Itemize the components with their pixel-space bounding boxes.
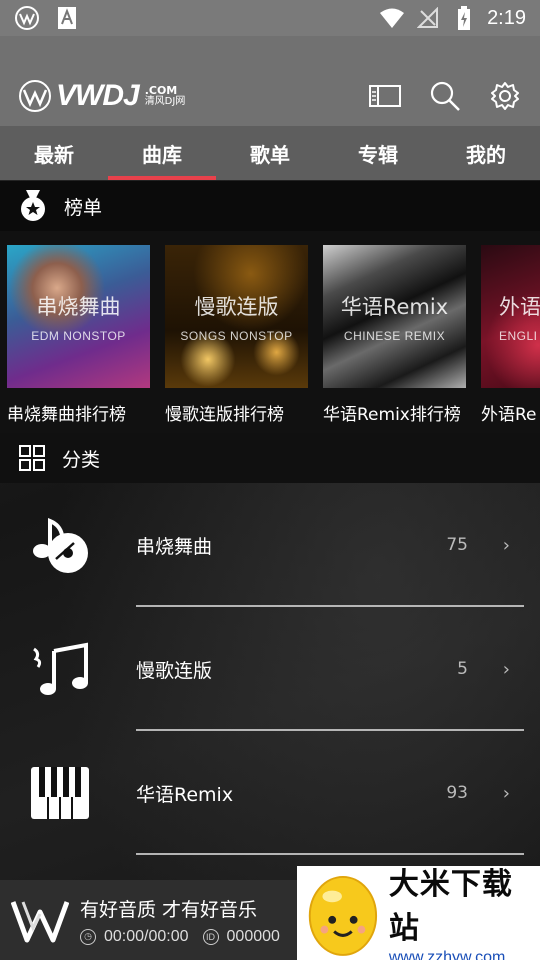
tab-playlists[interactable]: 歌单	[216, 126, 324, 180]
cover-subtitle: EDM NONSTOP	[31, 328, 126, 343]
tab-library[interactable]: 曲库	[108, 126, 216, 180]
tab-label: 歌单	[250, 142, 290, 167]
category-row-slow[interactable]: 慢歌连版 5 ›	[0, 607, 540, 731]
cover-subtitle: CHINESE REMIX	[343, 328, 446, 343]
chart-cover: 串烧舞曲 EDM NONSTOP	[7, 245, 150, 388]
cover-title: 串烧舞曲	[36, 294, 121, 319]
chart-card-edm[interactable]: 串烧舞曲 EDM NONSTOP 串烧舞曲排行榜	[7, 245, 150, 425]
chart-cover: 华语Remix CHINESE REMIX	[323, 245, 466, 388]
charts-carousel[interactable]: 串烧舞曲 EDM NONSTOP 串烧舞曲排行榜 慢歌连版 SONGS NONS…	[0, 231, 540, 433]
cover-subtitle: SONGS NONSTOP	[180, 328, 293, 343]
section-title: 分类	[62, 448, 101, 471]
medal-icon	[21, 190, 45, 221]
grid-icon	[19, 445, 45, 471]
cover-subtitle: ENGLI	[499, 328, 538, 343]
chevron-right-icon: ›	[502, 534, 510, 556]
no-signal-icon	[415, 5, 441, 31]
watermark-banner: 大米下载站 www.zzhyw.com	[297, 866, 540, 960]
logo-text: VWDJ	[56, 79, 140, 112]
chart-card-foreign[interactable]: 外语 ENGLI 外语Re	[481, 245, 540, 425]
chevron-right-icon: ›	[502, 782, 510, 804]
clock-icon: ◷	[80, 928, 96, 945]
chart-label: 串烧舞曲排行榜	[7, 405, 126, 425]
row-divider	[136, 853, 524, 855]
tab-albums[interactable]: 专辑	[324, 126, 432, 180]
chart-cover: 外语 ENGLI	[481, 245, 540, 388]
playlist-button[interactable]	[368, 79, 402, 113]
tab-mine[interactable]: 我的	[432, 126, 540, 180]
battery-charging-icon	[451, 5, 477, 31]
music-disc-icon	[30, 515, 90, 575]
category-count: 5	[457, 659, 468, 679]
category-name: 华语Remix	[136, 783, 234, 806]
music-notes-icon	[30, 639, 90, 699]
chevron-right-icon: ›	[502, 658, 510, 680]
search-icon	[430, 81, 460, 111]
player-logo-icon	[10, 890, 70, 950]
status-bar: 2:19	[0, 0, 540, 36]
category-row-chinese-remix[interactable]: 华语Remix 93 ›	[0, 731, 540, 855]
main-tabs: 最新 曲库 歌单 专辑 我的	[0, 126, 540, 180]
settings-button[interactable]	[488, 79, 522, 113]
charts-section-header: 榜单	[0, 181, 540, 231]
logo-domain: .COM	[144, 84, 178, 97]
chart-cover: 慢歌连版 SONGS NONSTOP	[165, 245, 308, 388]
search-button[interactable]	[428, 79, 462, 113]
category-count: 93	[446, 783, 468, 803]
chart-label: 华语Remix排行榜	[323, 405, 461, 425]
category-name: 串烧舞曲	[136, 535, 213, 558]
category-row-edm[interactable]: 串烧舞曲 75 ›	[0, 483, 540, 607]
egg-mascot-icon	[308, 875, 378, 956]
tab-label: 曲库	[142, 142, 182, 167]
cover-title: 外语	[499, 294, 540, 319]
section-title: 榜单	[64, 196, 103, 219]
settings-icon	[491, 82, 519, 110]
tab-latest[interactable]: 最新	[0, 126, 108, 180]
wifi-icon	[379, 5, 405, 31]
cover-title: 华语Remix	[340, 294, 449, 319]
playlist-icon	[369, 85, 401, 107]
tab-label: 最新	[34, 142, 74, 167]
chart-card-chinese-remix[interactable]: 华语Remix CHINESE REMIX 华语Remix排行榜	[323, 245, 466, 425]
chart-label: 慢歌连版排行榜	[165, 405, 284, 425]
watermark-title: 大米下载站	[388, 867, 513, 946]
player-time: 00:00/00:00	[104, 927, 189, 945]
cover-title: 慢歌连版	[194, 294, 279, 319]
logo-emblem-icon	[19, 80, 51, 112]
player-id: 000000	[226, 927, 280, 945]
category-name: 慢歌连版	[136, 659, 213, 682]
tab-label: 我的	[466, 142, 506, 167]
logo-subtext: .COM 清风DJ网	[145, 85, 186, 107]
font-a-icon	[54, 5, 80, 31]
piano-keys-icon	[30, 763, 90, 823]
category-section-header: 分类	[0, 433, 540, 483]
player-title: 有好音质 才有好音乐	[80, 898, 258, 921]
app-w-icon	[14, 5, 40, 31]
chart-label: 外语Re	[481, 405, 537, 425]
chart-card-slow[interactable]: 慢歌连版 SONGS NONSTOP 慢歌连版排行榜	[165, 245, 308, 425]
tab-label: 专辑	[358, 142, 398, 167]
category-count: 75	[446, 535, 468, 555]
app-logo: VWDJ .COM 清风DJ网	[18, 76, 185, 116]
app-header: VWDJ .COM 清风DJ网	[0, 36, 540, 126]
clock: 2:19	[487, 6, 526, 29]
logo-site-name: 清风DJ网	[144, 96, 186, 107]
id-icon: ID	[202, 928, 219, 945]
watermark-url: www.zzhyw.com	[388, 949, 506, 960]
